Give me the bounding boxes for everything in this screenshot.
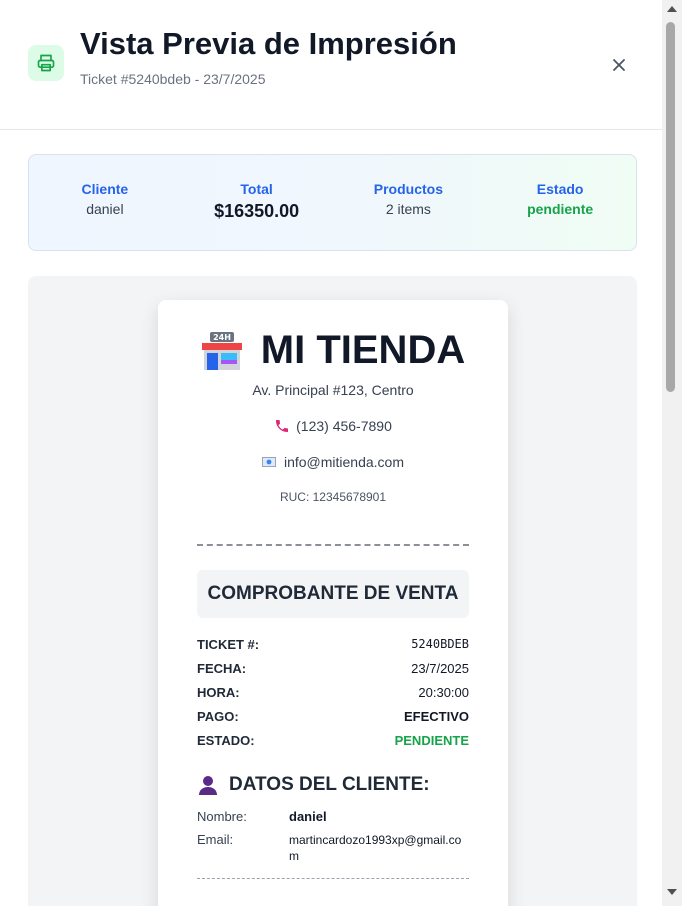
- scroll-down-arrow-icon[interactable]: [667, 889, 677, 895]
- info-row-hora: HORA: 20:30:00: [197, 685, 469, 700]
- info-value: 23/7/2025: [411, 661, 469, 676]
- client-email-value: martincardozo1993xp@gmail.com: [289, 833, 462, 863]
- info-row-fecha: FECHA: 23/7/2025: [197, 661, 469, 676]
- store-phone: (123) 456-7890: [158, 418, 508, 434]
- modal-header: Vista Previa de Impresión Ticket #5240bd…: [0, 0, 662, 130]
- client-section-title: DATOS DEL CLIENTE:: [197, 774, 430, 796]
- scroll-up-arrow-icon[interactable]: [667, 6, 677, 12]
- info-value: PENDIENTE: [394, 733, 469, 748]
- close-button[interactable]: [606, 52, 632, 78]
- divider: [197, 878, 469, 879]
- divider: [197, 544, 469, 546]
- client-name-value: daniel: [289, 809, 327, 824]
- client-name-label: Nombre:: [197, 809, 247, 824]
- store-email-text: info@mitienda.com: [283, 454, 405, 470]
- scrollbar-thumb[interactable]: [666, 22, 675, 392]
- email-icon: [261, 457, 276, 467]
- info-label: ESTADO:: [197, 733, 255, 748]
- summary-estado: Estado pendiente: [484, 155, 636, 250]
- ticket-summary-card: Cliente daniel Total $16350.00 Productos…: [28, 154, 637, 251]
- modal-title: Vista Previa de Impresión: [80, 26, 457, 61]
- printer-icon: [28, 45, 64, 81]
- summary-cliente: Cliente daniel: [29, 155, 181, 250]
- client-section-title-text: DATOS DEL CLIENTE:: [229, 774, 430, 795]
- convenience-store-icon: 24H: [201, 331, 242, 370]
- summary-estado-label: Estado: [536, 181, 584, 197]
- store-email: info@mitienda.com: [158, 454, 508, 470]
- store-phone-text: (123) 456-7890: [296, 418, 392, 434]
- summary-cliente-label: Cliente: [81, 181, 129, 197]
- summary-total: Total $16350.00: [181, 155, 333, 250]
- summary-total-value: $16350.00: [214, 201, 300, 221]
- document-title: COMPROBANTE DE VENTA: [197, 570, 469, 618]
- print-preview-area: 24H MI TIENDA Av. Principal #123, Centro…: [28, 276, 637, 906]
- close-icon: [613, 59, 625, 71]
- client-email-label: Email:: [197, 832, 234, 847]
- store-ruc: RUC: 12345678901: [279, 490, 387, 504]
- info-row-pago: PAGO: EFECTIVO: [197, 709, 469, 724]
- info-label: HORA:: [197, 685, 240, 700]
- phone-icon: [276, 420, 289, 432]
- store-address: Av. Principal #123, Centro: [252, 382, 414, 398]
- modal-subtitle: Ticket #5240bdeb - 23/7/2025: [80, 71, 266, 87]
- store-header: 24H MI TIENDA: [158, 328, 508, 373]
- info-value: EFECTIVO: [403, 709, 469, 724]
- store-name: MI TIENDA: [260, 328, 466, 372]
- info-row-ticket: TICKET #: 5240BDEB: [197, 637, 469, 652]
- summary-productos: Productos 2 items: [333, 155, 485, 250]
- summary-estado-value: pendiente: [527, 201, 594, 217]
- info-value: 20:30:00: [418, 685, 469, 700]
- summary-total-label: Total: [240, 181, 273, 197]
- svg-text:24H: 24H: [213, 333, 231, 342]
- info-label: TICKET #:: [197, 637, 260, 652]
- info-label: PAGO:: [197, 709, 239, 724]
- summary-productos-value: 2 items: [385, 201, 431, 217]
- info-label: FECHA:: [197, 661, 247, 676]
- vertical-scrollbar[interactable]: [662, 0, 682, 906]
- receipt-ticket: 24H MI TIENDA Av. Principal #123, Centro…: [158, 300, 508, 906]
- summary-productos-label: Productos: [373, 181, 443, 197]
- user-icon: [199, 776, 217, 795]
- info-value: 5240BDEB: [411, 637, 469, 651]
- print-preview-modal: Vista Previa de Impresión Ticket #5240bd…: [0, 0, 662, 906]
- summary-cliente-value: daniel: [86, 201, 124, 217]
- info-row-estado: ESTADO: PENDIENTE: [197, 733, 469, 748]
